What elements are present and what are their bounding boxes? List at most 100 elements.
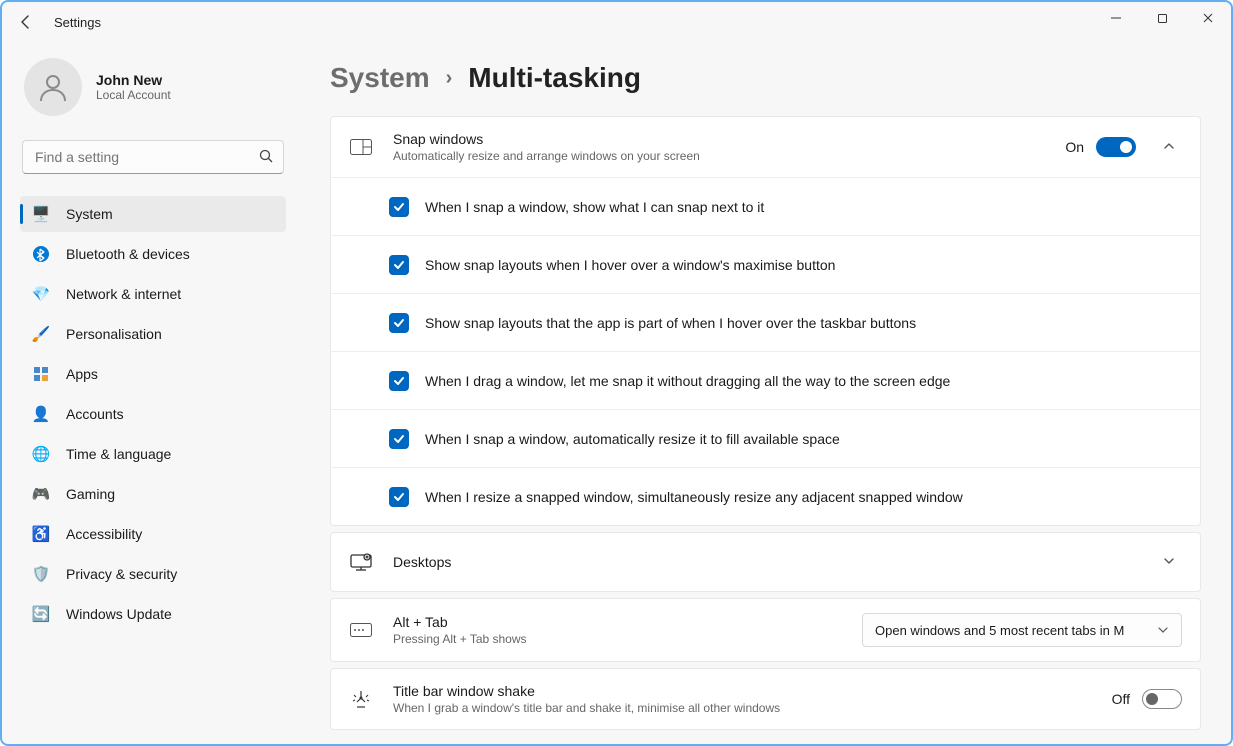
back-button[interactable]: [10, 6, 42, 38]
search-box: [22, 140, 284, 174]
snap-option-checkbox[interactable]: [389, 255, 409, 275]
alttab-row: Alt + Tab Pressing Alt + Tab shows Open …: [331, 599, 1200, 661]
snap-option-row: When I snap a window, automatically resi…: [331, 409, 1200, 467]
avatar: [24, 58, 82, 116]
user-sub: Local Account: [96, 88, 171, 102]
shake-sub: When I grab a window's title bar and sha…: [393, 701, 1092, 715]
alttab-icon: [349, 623, 373, 637]
sidebar-item-label: Privacy & security: [66, 566, 177, 582]
bluetooth-icon: [32, 246, 50, 262]
chevron-down-icon: [1162, 554, 1176, 568]
app-title: Settings: [54, 15, 101, 30]
sidebar-item-label: Personalisation: [66, 326, 162, 342]
sidebar-item-label: Bluetooth & devices: [66, 246, 190, 262]
snap-option-label: Show snap layouts that the app is part o…: [425, 315, 916, 331]
gaming-icon: 🎮: [32, 485, 50, 503]
snap-expander[interactable]: [1156, 139, 1182, 156]
alttab-title: Alt + Tab: [393, 614, 842, 630]
update-icon: 🔄: [32, 605, 50, 623]
sidebar-item-system[interactable]: 🖥️ System: [20, 196, 286, 232]
chevron-right-icon: ›: [446, 67, 453, 90]
shake-icon: [349, 689, 373, 709]
sidebar-item-time[interactable]: 🌐 Time & language: [20, 436, 286, 472]
snap-windows-header[interactable]: Snap windows Automatically resize and ar…: [331, 117, 1200, 177]
alttab-dropdown[interactable]: Open windows and 5 most recent tabs in M: [862, 613, 1182, 647]
snap-option-label: When I resize a snapped window, simultan…: [425, 489, 963, 505]
access-icon: ♿: [32, 525, 50, 543]
page-title: Multi-tasking: [468, 62, 641, 94]
search-icon: [259, 149, 274, 167]
maximize-button[interactable]: [1139, 2, 1185, 34]
sidebar-item-bluetooth[interactable]: Bluetooth & devices: [20, 236, 286, 272]
sidebar: John New Local Account 🖥️ System Bluetooth…: [2, 42, 302, 744]
desktops-expander[interactable]: [1156, 554, 1182, 571]
breadcrumb: System › Multi-tasking: [330, 62, 1201, 94]
settings-window: Settings John New Local Account: [0, 0, 1233, 746]
privacy-icon: 🛡️: [32, 565, 50, 583]
snap-option-row: When I resize a snapped window, simultan…: [331, 467, 1200, 525]
sidebar-item-personal[interactable]: 🖌️ Personalisation: [20, 316, 286, 352]
snap-option-row: When I snap a window, show what I can sn…: [331, 177, 1200, 235]
snap-windows-card: Snap windows Automatically resize and ar…: [330, 116, 1201, 526]
snap-toggle-label: On: [1065, 139, 1084, 155]
sidebar-item-label: System: [66, 206, 113, 222]
sidebar-item-label: Apps: [66, 366, 98, 382]
minimize-button[interactable]: [1093, 2, 1139, 34]
snap-option-checkbox[interactable]: [389, 197, 409, 217]
snap-layout-icon: [349, 139, 373, 155]
search-input[interactable]: [22, 140, 284, 174]
sidebar-item-update[interactable]: 🔄 Windows Update: [20, 596, 286, 632]
snap-option-checkbox[interactable]: [389, 371, 409, 391]
main-content: System › Multi-tasking Snap windows Auto…: [302, 42, 1231, 744]
system-icon: 🖥️: [32, 205, 50, 223]
chevron-up-icon: [1162, 139, 1176, 153]
snap-sub: Automatically resize and arrange windows…: [393, 149, 1045, 163]
alttab-card: Alt + Tab Pressing Alt + Tab shows Open …: [330, 598, 1201, 662]
network-icon: 💎: [32, 285, 50, 303]
snap-option-label: When I drag a window, let me snap it wit…: [425, 373, 950, 389]
sidebar-item-label: Network & internet: [66, 286, 181, 302]
personal-icon: 🖌️: [32, 325, 50, 343]
desktops-icon: [349, 553, 373, 571]
sidebar-item-apps[interactable]: Apps: [20, 356, 286, 392]
sidebar-item-label: Accessibility: [66, 526, 142, 542]
nav: 🖥️ System Bluetooth & devices 💎 Network & in…: [20, 196, 286, 632]
breadcrumb-parent[interactable]: System: [330, 62, 430, 94]
user-block[interactable]: John New Local Account: [20, 42, 286, 136]
sidebar-item-accounts[interactable]: 👤 Accounts: [20, 396, 286, 432]
apps-icon: [32, 366, 50, 382]
snap-option-label: Show snap layouts when I hover over a wi…: [425, 257, 835, 273]
sidebar-item-label: Gaming: [66, 486, 115, 502]
sidebar-item-privacy[interactable]: 🛡️ Privacy & security: [20, 556, 286, 592]
desktops-card: Desktops: [330, 532, 1201, 592]
sidebar-item-label: Time & language: [66, 446, 171, 462]
snap-option-row: When I drag a window, let me snap it wit…: [331, 351, 1200, 409]
snap-option-checkbox[interactable]: [389, 429, 409, 449]
sidebar-item-label: Windows Update: [66, 606, 172, 622]
snap-option-label: When I snap a window, show what I can sn…: [425, 199, 764, 215]
close-button[interactable]: [1185, 2, 1231, 34]
sidebar-item-access[interactable]: ♿ Accessibility: [20, 516, 286, 552]
desktops-row[interactable]: Desktops: [331, 533, 1200, 591]
titlebar: Settings: [2, 2, 1231, 42]
sidebar-item-label: Accounts: [66, 406, 124, 422]
snap-option-checkbox[interactable]: [389, 313, 409, 333]
alttab-sub: Pressing Alt + Tab shows: [393, 632, 842, 646]
window-controls: [1093, 2, 1231, 42]
sidebar-item-gaming[interactable]: 🎮 Gaming: [20, 476, 286, 512]
time-icon: 🌐: [32, 445, 50, 463]
sidebar-item-network[interactable]: 💎 Network & internet: [20, 276, 286, 312]
snap-option-checkbox[interactable]: [389, 487, 409, 507]
desktops-title: Desktops: [393, 554, 1136, 570]
shake-card: Title bar window shake When I grab a win…: [330, 668, 1201, 730]
shake-row: Title bar window shake When I grab a win…: [331, 669, 1200, 729]
snap-option-row: Show snap layouts when I hover over a wi…: [331, 235, 1200, 293]
accounts-icon: 👤: [32, 405, 50, 423]
alttab-dropdown-value: Open windows and 5 most recent tabs in M: [875, 623, 1124, 638]
shake-toggle[interactable]: [1142, 689, 1182, 709]
user-name: John New: [96, 72, 171, 88]
shake-toggle-label: Off: [1112, 691, 1130, 707]
chevron-down-icon: [1157, 624, 1169, 636]
snap-toggle[interactable]: [1096, 137, 1136, 157]
snap-title: Snap windows: [393, 131, 1045, 147]
